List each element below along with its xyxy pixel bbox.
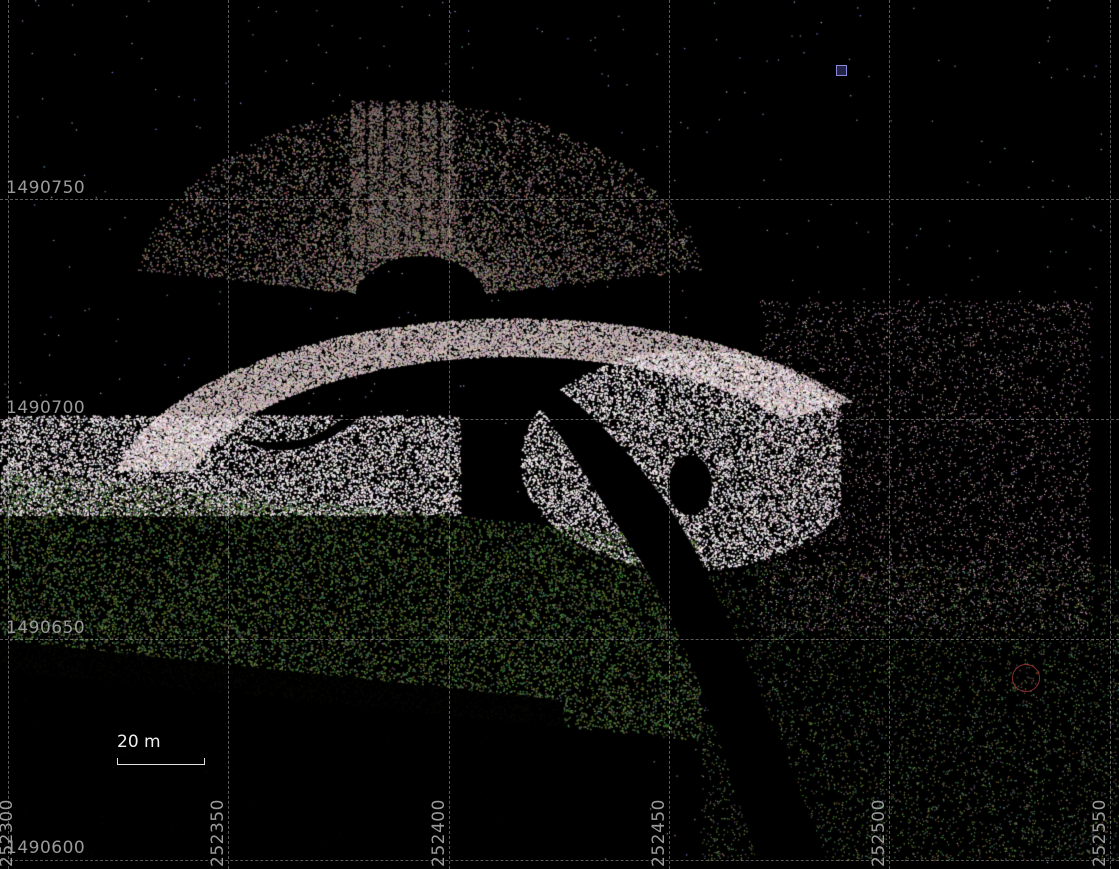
x-tick-label: 252450 <box>649 799 669 867</box>
y-tick-label: 1490600 <box>6 838 86 858</box>
selection-marker-square[interactable] <box>836 65 847 76</box>
grid-line-y-1490600 <box>0 860 1119 861</box>
grid-line-y-1490750 <box>0 199 1119 200</box>
grid-line-x-252300 <box>8 0 9 869</box>
x-tick-label: 252350 <box>208 799 228 867</box>
x-tick-label: 252500 <box>869 799 889 867</box>
grid-line-x-252350 <box>228 0 229 869</box>
scale-bar-label: 20 m <box>117 732 161 752</box>
point-cloud-viewport[interactable]: 1490750 1490700 1490650 1490600 252300 2… <box>0 0 1119 869</box>
scale-bar: 20 m <box>117 732 207 768</box>
scale-bar-line <box>117 758 205 765</box>
feature-marker-circle <box>1012 664 1040 692</box>
grid-line-x-252400 <box>449 0 450 869</box>
x-tick-label: 252300 <box>0 799 17 867</box>
grid-line-y-1490700 <box>0 419 1119 420</box>
x-tick-label: 252550 <box>1090 799 1110 867</box>
y-tick-label: 1490750 <box>6 178 86 198</box>
x-tick-label: 252400 <box>429 799 449 867</box>
grid-line-x-252450 <box>669 0 670 869</box>
grid-line-x-252500 <box>889 0 890 869</box>
grid-line-y-1490650 <box>0 639 1119 640</box>
grid-line-x-252550 <box>1110 0 1111 869</box>
y-tick-label: 1490650 <box>6 618 86 638</box>
y-tick-label: 1490700 <box>6 398 86 418</box>
